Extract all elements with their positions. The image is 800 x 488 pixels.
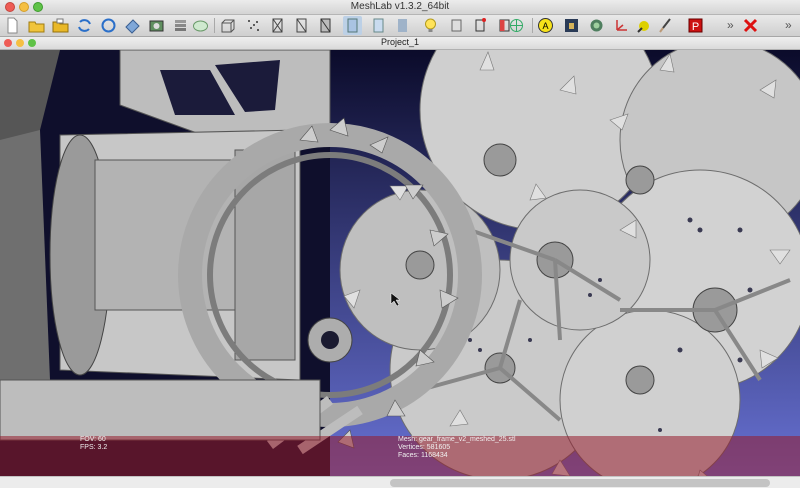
window-title: MeshLab v1.3.2_64bit (350, 1, 450, 12)
face-count: Faces: 1168434 (398, 452, 448, 459)
layers-icon[interactable] (171, 16, 190, 35)
reload-icon[interactable] (75, 16, 94, 35)
export-icon[interactable] (123, 16, 142, 35)
globe-select-icon[interactable] (507, 16, 526, 35)
reload-all-icon[interactable] (99, 16, 118, 35)
open-project-icon[interactable] (51, 16, 70, 35)
fps-readout: FPS: 3.2 (80, 444, 108, 451)
wireframe-icon[interactable] (268, 16, 287, 35)
annotate-icon[interactable]: A (536, 16, 555, 35)
info-overlay: FOV: 60 FPS: 3.2 Mesh: gear_frame_v2_mes… (0, 436, 800, 476)
close-red-icon[interactable] (741, 16, 760, 35)
brush-icon[interactable] (656, 16, 675, 35)
meshlab-window: MeshLab v1.3.2_64bit A P » » Project_1 F… (0, 0, 800, 488)
document-title: Project_1 (380, 37, 420, 47)
mesh-name: Mesh: gear_frame_v2_meshed_25.stl (398, 436, 516, 443)
fov-readout: FOV: 60 (80, 436, 106, 443)
scrollbar-thumb[interactable] (390, 479, 770, 487)
mesh-render (0, 50, 800, 488)
smooth-shading-icon[interactable] (369, 16, 388, 35)
flat-lines-icon[interactable] (316, 16, 335, 35)
bbox-icon[interactable] (218, 16, 237, 35)
main-toolbar: A P » » (0, 15, 800, 37)
horizontal-scrollbar[interactable] (0, 476, 800, 488)
vertex-select-icon[interactable] (471, 16, 490, 35)
toolbar-overflow-icon[interactable]: » (727, 18, 734, 32)
svg-text:P: P (692, 21, 699, 33)
document-title-bar: Project_1 (0, 37, 800, 50)
paint-icon[interactable] (634, 16, 653, 35)
globe-icon[interactable] (191, 16, 210, 35)
filter-icon[interactable] (587, 16, 606, 35)
hidden-lines-icon[interactable] (292, 16, 311, 35)
open-folder-icon[interactable] (27, 16, 46, 35)
toolbar-separator (214, 18, 215, 33)
light-icon[interactable] (421, 16, 440, 35)
double-light-icon[interactable] (447, 16, 466, 35)
texture-icon[interactable] (393, 16, 412, 35)
toolbar-separator (532, 18, 533, 33)
vertex-count: Vertices: 581605 (398, 444, 451, 451)
new-file-icon[interactable] (3, 16, 22, 35)
pickpoints-icon[interactable]: P (686, 16, 705, 35)
toolbar-overflow-icon[interactable]: » (785, 18, 792, 32)
flat-shading-icon[interactable] (343, 16, 362, 35)
title-bar: MeshLab v1.3.2_64bit (0, 0, 800, 15)
snapshot-icon[interactable] (147, 16, 166, 35)
svg-text:A: A (542, 21, 548, 31)
image-icon[interactable] (562, 16, 581, 35)
3d-viewport[interactable]: FOV: 60 FPS: 3.2 Mesh: gear_frame_v2_mes… (0, 50, 800, 488)
coordinate-axes-icon[interactable] (612, 16, 631, 35)
points-icon[interactable] (244, 16, 263, 35)
